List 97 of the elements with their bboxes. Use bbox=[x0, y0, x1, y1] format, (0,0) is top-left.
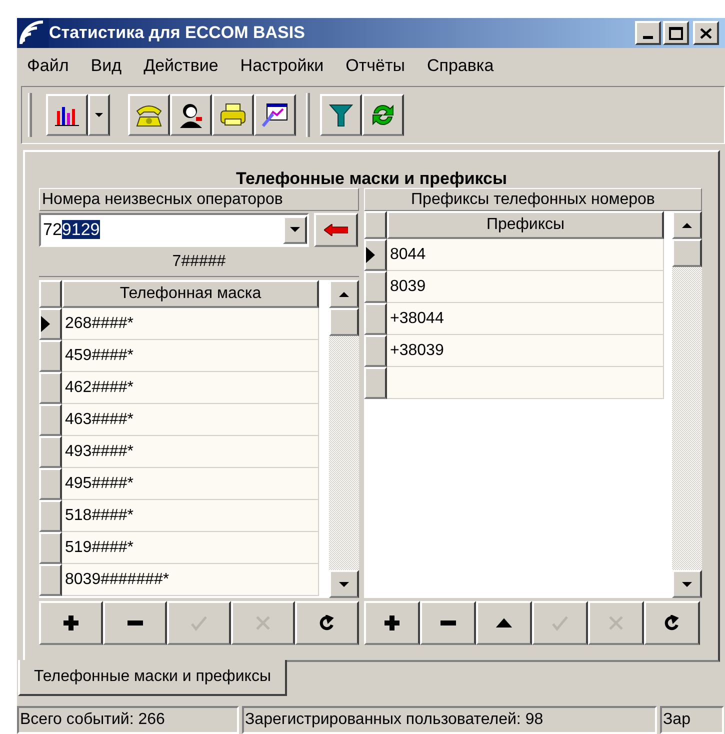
grid-add-button[interactable] bbox=[364, 601, 420, 645]
table-cell: 518####* bbox=[62, 500, 319, 532]
grid-add-button[interactable] bbox=[39, 601, 103, 645]
table-cell: 495####* bbox=[62, 468, 319, 500]
scroll-thumb[interactable] bbox=[329, 308, 359, 336]
row-indicator[interactable] bbox=[39, 500, 62, 532]
menu-item[interactable]: Файл bbox=[27, 53, 69, 79]
plus-icon bbox=[63, 615, 79, 631]
caret-icon bbox=[290, 227, 300, 232]
table-cell: +38039 bbox=[387, 335, 664, 367]
scroll-thumb[interactable] bbox=[672, 239, 702, 267]
menu-item[interactable]: Справка bbox=[426, 53, 494, 79]
row-indicator[interactable] bbox=[364, 367, 387, 399]
combobox-dropdown-button[interactable] bbox=[283, 216, 307, 244]
toolbar-button[interactable] bbox=[254, 94, 296, 136]
table-cell: 493####* bbox=[62, 436, 319, 468]
status-panel: Зар bbox=[660, 706, 724, 734]
table-cell: 8039#######* bbox=[62, 564, 319, 596]
scrollbar[interactable] bbox=[329, 280, 359, 598]
scroll-up-button[interactable] bbox=[329, 280, 359, 308]
menu-item[interactable]: Настройки bbox=[240, 53, 324, 79]
close-icon bbox=[700, 28, 712, 38]
cross-icon bbox=[255, 615, 271, 631]
header-corner bbox=[364, 211, 387, 239]
row-indicator[interactable] bbox=[364, 335, 387, 367]
dropdown-button[interactable] bbox=[88, 94, 110, 136]
checkmark-icon bbox=[552, 615, 568, 631]
grid-refresh-button[interactable] bbox=[644, 601, 700, 645]
header-corner bbox=[39, 280, 62, 308]
row-indicator[interactable] bbox=[39, 564, 62, 596]
grid-remove-button[interactable] bbox=[103, 601, 167, 645]
table-cell: 462####* bbox=[62, 372, 319, 404]
tab[interactable]: Телефонные маски и префиксы bbox=[18, 660, 287, 696]
menu-item[interactable]: Вид bbox=[90, 53, 122, 79]
row-indicator[interactable] bbox=[39, 468, 62, 500]
grid-up-button[interactable] bbox=[476, 601, 532, 645]
table-cell: 463####* bbox=[62, 404, 319, 436]
up-arrow-icon bbox=[682, 222, 692, 228]
window-title: Статистика для ECCOM BASIS bbox=[49, 22, 305, 44]
left-arrow-icon bbox=[324, 224, 348, 236]
row-indicator[interactable] bbox=[39, 532, 62, 564]
row-indicator[interactable] bbox=[364, 271, 387, 303]
status-panel: Зарегистрированных пользователей: 98 bbox=[242, 706, 657, 734]
row-indicator[interactable] bbox=[39, 308, 62, 340]
table-cell: 8044 bbox=[387, 239, 664, 271]
add-to-list-button[interactable] bbox=[314, 212, 358, 246]
redo-arrow-icon bbox=[319, 615, 335, 631]
maximize-icon bbox=[669, 26, 683, 40]
up-arrow-icon bbox=[339, 292, 349, 296]
table-cell: 8039 bbox=[387, 271, 664, 303]
table-cell: +38044 bbox=[387, 303, 664, 335]
table-cell: 519####* bbox=[62, 532, 319, 564]
current-row-icon bbox=[366, 247, 375, 263]
checkmark-icon bbox=[191, 615, 207, 631]
toolbar-button[interactable] bbox=[320, 94, 362, 136]
operator-number-combobox[interactable]: 729129 bbox=[39, 212, 309, 246]
scroll-down-button[interactable] bbox=[672, 570, 702, 598]
grid-remove-button[interactable] bbox=[420, 601, 476, 645]
toolbar-button[interactable] bbox=[128, 94, 170, 136]
toolbar-button[interactable] bbox=[170, 94, 212, 136]
down-arrow-icon bbox=[339, 582, 349, 586]
grid-refresh-button[interactable] bbox=[295, 601, 359, 645]
scroll-down-button[interactable] bbox=[329, 570, 359, 598]
group-label: Префиксы телефонных номеров bbox=[364, 188, 702, 211]
toolbar-button[interactable] bbox=[362, 94, 404, 136]
row-indicator[interactable] bbox=[364, 239, 387, 271]
status-panel: Всего событий: 266 bbox=[17, 706, 239, 734]
table-cell: 268####* bbox=[62, 308, 319, 340]
row-indicator[interactable] bbox=[364, 303, 387, 335]
table-cell: 459####* bbox=[62, 340, 319, 372]
menu-item[interactable]: Действие bbox=[144, 53, 218, 79]
close-button[interactable] bbox=[693, 21, 719, 45]
group-label: Номера неизвесных операторов bbox=[39, 188, 359, 211]
maximize-button[interactable] bbox=[663, 21, 689, 45]
plus-icon bbox=[384, 615, 400, 631]
menu-item[interactable]: Отчёты bbox=[346, 53, 405, 79]
chart-window-icon bbox=[261, 102, 289, 128]
cross-icon bbox=[608, 615, 624, 631]
row-indicator[interactable] bbox=[39, 404, 62, 436]
row-indicator[interactable] bbox=[39, 436, 62, 468]
mask-preview: 7##### bbox=[39, 248, 359, 277]
caret-icon bbox=[95, 113, 103, 117]
column-header[interactable]: Телефонная маска bbox=[62, 280, 319, 308]
down-arrow-icon bbox=[682, 582, 692, 586]
toolbar-button[interactable] bbox=[46, 94, 88, 136]
current-row-icon bbox=[41, 316, 50, 332]
panel-title: Телефонные маски и префиксы bbox=[234, 168, 508, 188]
scroll-up-button[interactable] bbox=[672, 211, 702, 239]
redo-arrow-icon bbox=[664, 615, 680, 631]
row-indicator[interactable] bbox=[39, 372, 62, 404]
combobox-value: 729129 bbox=[43, 218, 101, 241]
toolbar-button[interactable] bbox=[212, 94, 254, 136]
minimize-button[interactable] bbox=[635, 21, 661, 45]
row-indicator[interactable] bbox=[39, 340, 62, 372]
scrollbar[interactable] bbox=[672, 211, 702, 598]
minimize-icon bbox=[643, 36, 653, 39]
column-header[interactable]: Префиксы bbox=[387, 211, 664, 239]
